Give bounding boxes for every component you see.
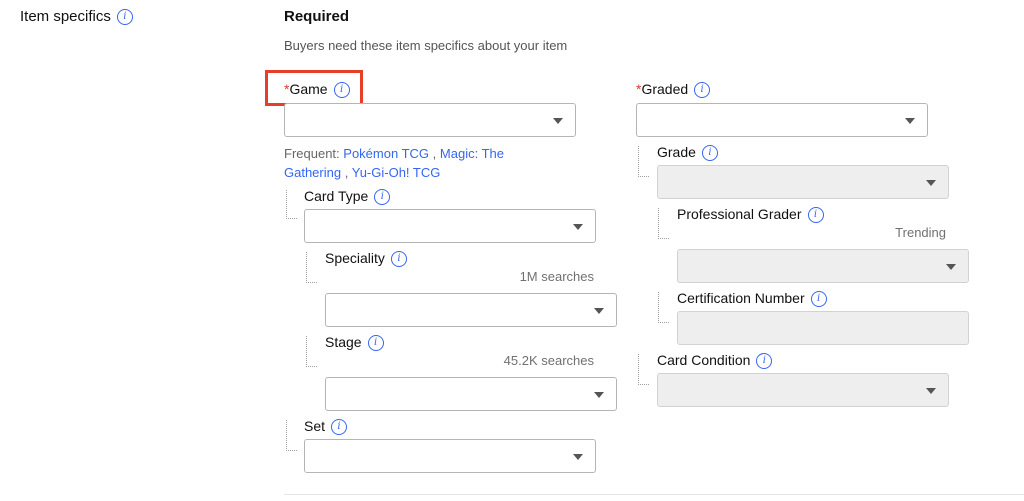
tree-connector bbox=[306, 252, 317, 283]
frequent-separator: , bbox=[432, 146, 437, 161]
item-specifics-label: Item specifics bbox=[20, 8, 111, 25]
frequent-separator: , bbox=[344, 165, 349, 180]
grade-label: Grade i bbox=[657, 144, 718, 162]
speciality-label: Speciality i bbox=[325, 250, 407, 268]
info-icon[interactable]: i bbox=[756, 353, 773, 370]
game-select[interactable] bbox=[284, 103, 576, 137]
game-label: *Game i bbox=[284, 81, 350, 99]
info-icon[interactable]: i bbox=[810, 291, 827, 308]
certification-number-label: Certification Number i bbox=[677, 290, 827, 308]
card-type-label-text: Card Type bbox=[304, 188, 369, 204]
graded-select[interactable] bbox=[636, 103, 928, 137]
set-label: Set i bbox=[304, 418, 348, 436]
chevron-down-icon bbox=[553, 118, 563, 124]
tree-connector bbox=[286, 190, 297, 219]
tree-connector bbox=[306, 336, 317, 367]
info-icon[interactable]: i bbox=[331, 419, 348, 436]
certification-number-input[interactable] bbox=[677, 311, 969, 345]
chevron-down-icon bbox=[946, 264, 956, 270]
grade-label-text: Grade bbox=[657, 144, 696, 160]
professional-grader-trending: Trending bbox=[895, 225, 946, 240]
frequent-option-pokemon[interactable]: Pokémon TCG bbox=[343, 146, 429, 161]
professional-grader-label-text: Professional Grader bbox=[677, 206, 802, 222]
chevron-down-icon bbox=[594, 308, 604, 314]
card-condition-label-text: Card Condition bbox=[657, 352, 751, 368]
speciality-label-text: Speciality bbox=[325, 250, 385, 266]
item-specifics-title: Item specifics i bbox=[20, 8, 133, 26]
chevron-down-icon bbox=[573, 454, 583, 460]
chevron-down-icon bbox=[926, 388, 936, 394]
info-icon[interactable]: i bbox=[390, 251, 407, 268]
stage-label: Stage i bbox=[325, 334, 384, 352]
info-icon[interactable]: i bbox=[701, 145, 718, 162]
speciality-search-count: 1M searches bbox=[519, 269, 594, 284]
card-condition-label: Card Condition i bbox=[657, 352, 773, 370]
speciality-select[interactable] bbox=[325, 293, 617, 327]
stage-select[interactable] bbox=[325, 377, 617, 411]
tree-connector bbox=[286, 420, 297, 451]
frequent-prefix: Frequent: bbox=[284, 146, 340, 161]
set-label-text: Set bbox=[304, 418, 326, 434]
certification-number-label-text: Certification Number bbox=[677, 290, 805, 306]
section-divider bbox=[284, 494, 1024, 495]
graded-label: *Graded i bbox=[636, 81, 711, 99]
tree-connector bbox=[638, 146, 649, 177]
professional-grader-select[interactable] bbox=[677, 249, 969, 283]
tree-connector bbox=[638, 354, 649, 385]
info-icon[interactable]: i bbox=[694, 82, 711, 99]
chevron-down-icon bbox=[594, 392, 604, 398]
professional-grader-label: Professional Grader i bbox=[677, 206, 824, 224]
stage-search-count: 45.2K searches bbox=[503, 353, 594, 368]
set-select[interactable] bbox=[304, 439, 596, 473]
card-condition-select[interactable] bbox=[657, 373, 949, 407]
chevron-down-icon bbox=[573, 224, 583, 230]
tree-connector bbox=[658, 208, 669, 239]
info-icon[interactable]: i bbox=[116, 9, 133, 26]
required-subtitle: Buyers need these item specifics about y… bbox=[284, 38, 568, 53]
stage-label-text: Stage bbox=[325, 334, 362, 350]
grade-select[interactable] bbox=[657, 165, 949, 199]
info-icon[interactable]: i bbox=[807, 207, 824, 224]
tree-connector bbox=[658, 292, 669, 323]
chevron-down-icon bbox=[926, 180, 936, 186]
info-icon[interactable]: i bbox=[333, 82, 350, 99]
chevron-down-icon bbox=[905, 118, 915, 124]
game-label-text: Game bbox=[289, 81, 328, 97]
info-icon[interactable]: i bbox=[374, 189, 391, 206]
graded-label-text: Graded bbox=[641, 81, 689, 97]
info-icon[interactable]: i bbox=[367, 335, 384, 352]
frequent-option-yugioh[interactable]: Yu-Gi-Oh! TCG bbox=[352, 165, 441, 180]
required-heading: Required bbox=[284, 8, 350, 25]
card-type-label: Card Type i bbox=[304, 188, 391, 206]
card-type-select[interactable] bbox=[304, 209, 596, 243]
frequent-suggestions: Frequent: Pokémon TCG , Magic: The Gathe… bbox=[284, 144, 544, 182]
